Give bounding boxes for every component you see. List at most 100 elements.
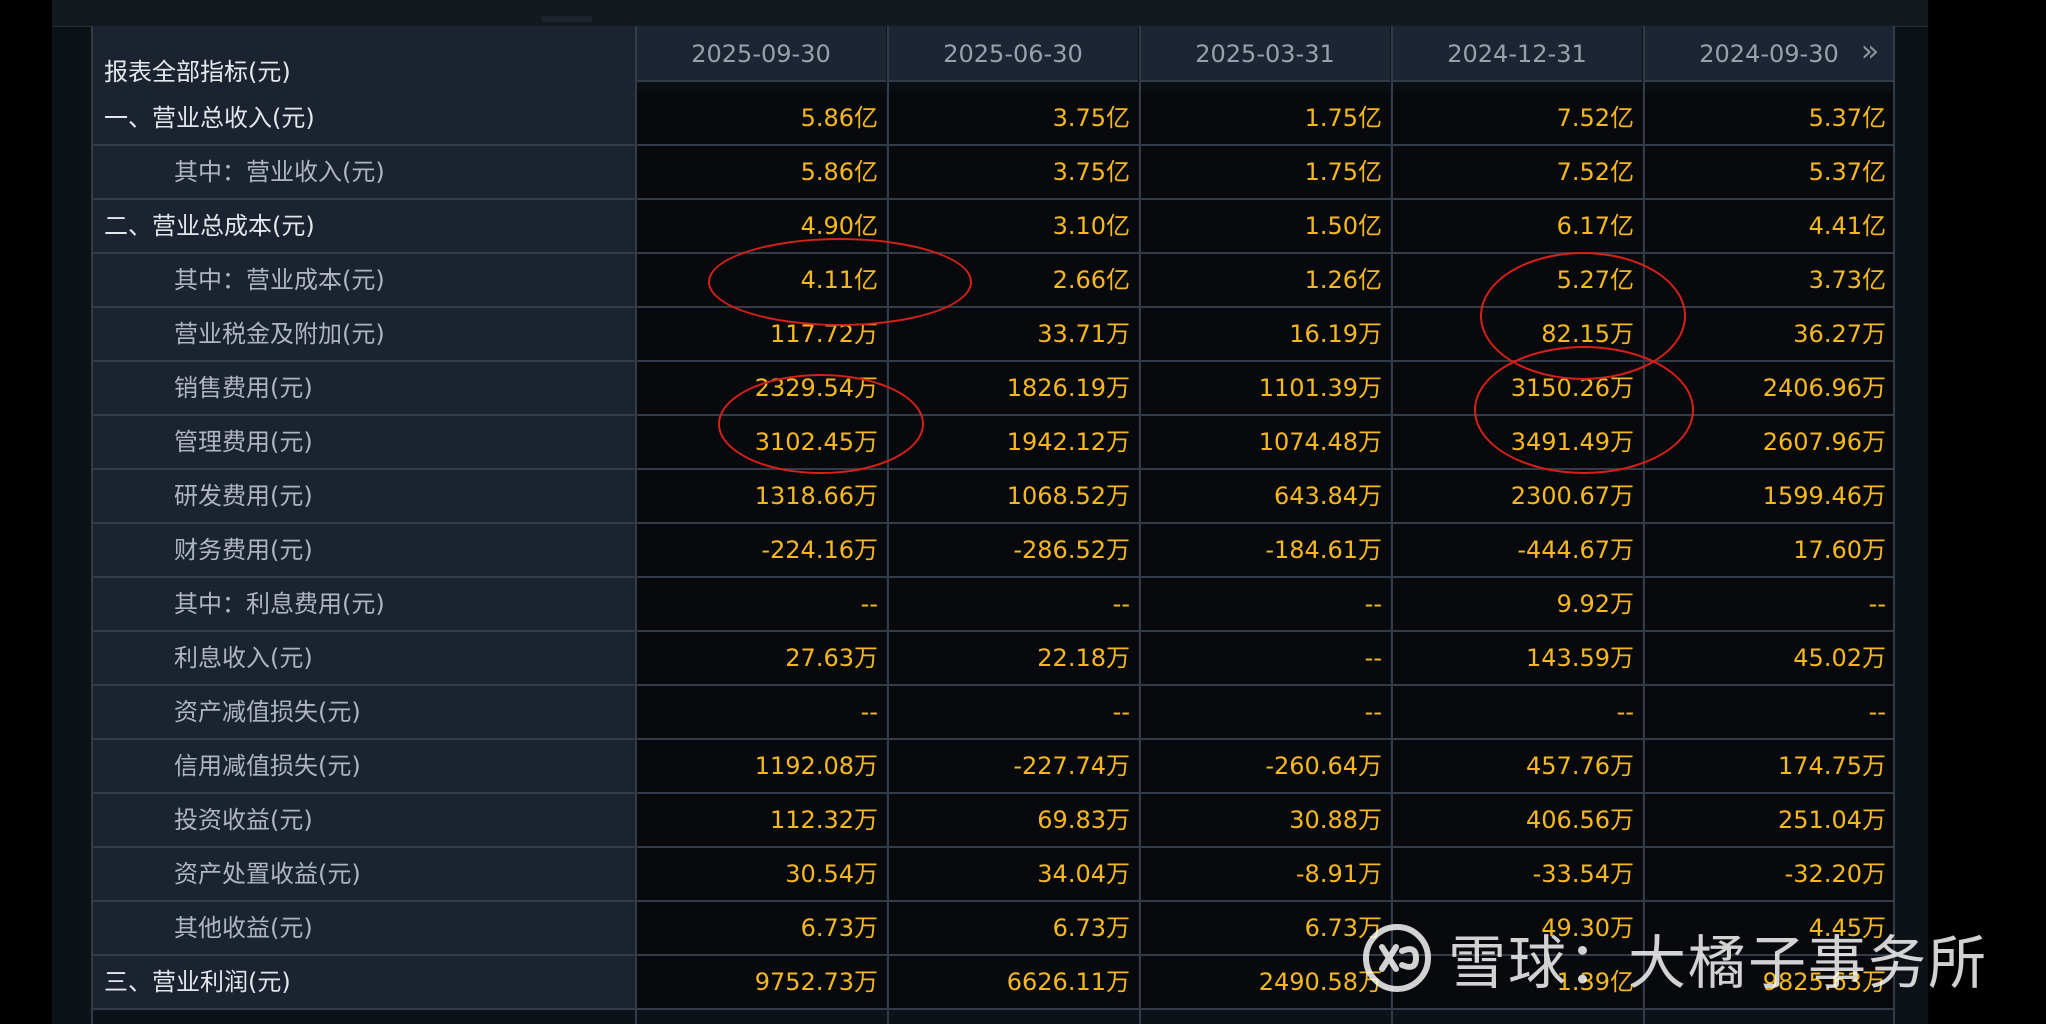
value-text: -- bbox=[1868, 590, 1886, 618]
value-text: -227.74万 bbox=[1013, 752, 1130, 780]
header-label-cell: 报表全部指标(元) bbox=[92, 26, 636, 94]
value-text: 4.41亿 bbox=[1808, 212, 1886, 240]
watermark-text: 雪球：大橘子事务所 bbox=[1448, 929, 1989, 997]
value-text: 5.37亿 bbox=[1808, 104, 1886, 132]
value-text: 1826.19万 bbox=[1006, 374, 1130, 402]
date-header-gap bbox=[636, 82, 886, 92]
row-label: 二、营业总成本(元) bbox=[104, 212, 315, 240]
date-header-gap bbox=[888, 82, 1138, 92]
value-text: -- bbox=[1364, 698, 1382, 726]
table-row: 其中：利息费用(元) -- -- -- 9.92万 -- bbox=[92, 578, 1894, 632]
value-text: 143.59万 bbox=[1526, 644, 1634, 672]
value-text: 1.75亿 bbox=[1304, 104, 1382, 132]
value-text: 30.54万 bbox=[785, 860, 878, 888]
value-text: 112.32万 bbox=[770, 806, 878, 834]
value-text: 33.71万 bbox=[1037, 320, 1130, 348]
value-text: 406.56万 bbox=[1526, 806, 1634, 834]
value-text: 5.86亿 bbox=[800, 104, 878, 132]
annotation-circle-cost-q3 bbox=[708, 238, 972, 326]
top-bar bbox=[52, 0, 1928, 27]
value-text: 1.26亿 bbox=[1304, 266, 1382, 294]
grid-line bbox=[1893, 26, 1895, 1024]
row-label: 其中：营业成本(元) bbox=[174, 266, 385, 294]
date-label: 2024-12-31 bbox=[1447, 40, 1587, 68]
value-text: 174.75万 bbox=[1778, 752, 1886, 780]
table-row: 一、营业总收入(元) 5.86亿 3.75亿 1.75亿 7.52亿 5.37亿 bbox=[92, 92, 1894, 146]
value-text: 2490.58万 bbox=[1258, 968, 1382, 996]
value-text: 36.27万 bbox=[1793, 320, 1886, 348]
row-label: 其中：利息费用(元) bbox=[174, 590, 385, 618]
date-column-header[interactable]: 2025-09-30 bbox=[636, 26, 886, 82]
row-label: 研发费用(元) bbox=[174, 482, 313, 510]
value-text: 34.04万 bbox=[1037, 860, 1130, 888]
value-text: 3.73亿 bbox=[1808, 266, 1886, 294]
value-text: 1599.46万 bbox=[1762, 482, 1886, 510]
date-column-header[interactable]: 2024-12-31 bbox=[1392, 26, 1642, 82]
value-text: 1074.48万 bbox=[1258, 428, 1382, 456]
grid-line bbox=[91, 26, 93, 1024]
table-row: 二、营业总成本(元) 4.90亿 3.10亿 1.50亿 6.17亿 4.41亿 bbox=[92, 200, 1894, 254]
top-bar-mark bbox=[542, 16, 592, 22]
value-text: 7.52亿 bbox=[1556, 104, 1634, 132]
row-label: 利息收入(元) bbox=[174, 644, 313, 672]
value-text: 1192.08万 bbox=[754, 752, 878, 780]
grid-line bbox=[1139, 26, 1141, 1024]
value-text: 2607.96万 bbox=[1762, 428, 1886, 456]
row-label: 销售费用(元) bbox=[174, 374, 313, 402]
value-text: 6.73万 bbox=[1304, 914, 1382, 942]
value-text: 16.19万 bbox=[1289, 320, 1382, 348]
date-column-header[interactable]: 2025-03-31 bbox=[1140, 26, 1390, 82]
grid-line bbox=[1391, 26, 1393, 1024]
value-text: -33.54万 bbox=[1532, 860, 1634, 888]
value-text: 9752.73万 bbox=[754, 968, 878, 996]
value-text: 27.63万 bbox=[785, 644, 878, 672]
value-text: -- bbox=[1616, 698, 1634, 726]
value-text: 1068.52万 bbox=[1006, 482, 1130, 510]
row-label: 财务费用(元) bbox=[174, 536, 313, 564]
value-text: 5.37亿 bbox=[1808, 158, 1886, 186]
row-label: 资产处置收益(元) bbox=[174, 860, 361, 888]
value-text: -260.64万 bbox=[1265, 752, 1382, 780]
value-text: -444.67万 bbox=[1517, 536, 1634, 564]
value-text: 6.73万 bbox=[1052, 914, 1130, 942]
value-text: 1318.66万 bbox=[754, 482, 878, 510]
date-label: 2025-09-30 bbox=[691, 40, 831, 68]
table-row: 资产减值损失(元) -- -- -- -- -- bbox=[92, 686, 1894, 740]
screenshot-stage: 报表全部指标(元) 2025-09-30 2025-06-30 2025-03-31… bbox=[0, 0, 2046, 1024]
value-text: -- bbox=[860, 590, 878, 618]
date-header-gap bbox=[1644, 82, 1894, 92]
table-row: 财务费用(元) -224.16万 -286.52万 -184.61万 -444.67万 1… bbox=[92, 524, 1894, 578]
date-column-header[interactable]: 2025-06-30 bbox=[888, 26, 1138, 82]
table-row: 其中：营业收入(元) 5.86亿 3.75亿 1.75亿 7.52亿 5.37亿 bbox=[92, 146, 1894, 200]
value-text: 6.73万 bbox=[800, 914, 878, 942]
table-row: 利息收入(元) 27.63万 22.18万 -- 143.59万 45.02万 bbox=[92, 632, 1894, 686]
value-text: 4.90亿 bbox=[800, 212, 878, 240]
table-row: 资产处置收益(元) 30.54万 34.04万 -8.91万 -33.54万 -32.20… bbox=[92, 848, 1894, 902]
grid-line bbox=[1643, 26, 1645, 1024]
row-label: 三、营业利润(元) bbox=[104, 968, 291, 996]
value-text: 1.75亿 bbox=[1304, 158, 1382, 186]
value-text: 3.75亿 bbox=[1052, 158, 1130, 186]
grid-line bbox=[887, 26, 889, 1024]
xueqiu-logo-icon bbox=[1363, 924, 1431, 992]
value-text: 3.75亿 bbox=[1052, 104, 1130, 132]
annotation-circle-expense-2024 bbox=[1474, 346, 1694, 474]
row-label: 管理费用(元) bbox=[174, 428, 313, 456]
value-text: -32.20万 bbox=[1784, 860, 1886, 888]
row-label: 资产减值损失(元) bbox=[174, 698, 361, 726]
double-chevron-right-icon[interactable]: » bbox=[1854, 36, 1886, 68]
value-text: 1.50亿 bbox=[1304, 212, 1382, 240]
value-text: 6626.11万 bbox=[1006, 968, 1130, 996]
date-header-gap bbox=[1392, 82, 1642, 92]
value-text: 9.92万 bbox=[1556, 590, 1634, 618]
value-text: 22.18万 bbox=[1037, 644, 1130, 672]
value-text: -224.16万 bbox=[761, 536, 878, 564]
value-text: 1101.39万 bbox=[1258, 374, 1382, 402]
value-text: 2300.67万 bbox=[1510, 482, 1634, 510]
value-text: 643.84万 bbox=[1274, 482, 1382, 510]
table-header-label: 报表全部指标(元) bbox=[104, 58, 291, 86]
financial-indicator-table: 报表全部指标(元) 2025-09-30 2025-06-30 2025-03-31… bbox=[91, 26, 1895, 1024]
value-text: 45.02万 bbox=[1793, 644, 1886, 672]
value-text: -286.52万 bbox=[1013, 536, 1130, 564]
value-text: -184.61万 bbox=[1265, 536, 1382, 564]
